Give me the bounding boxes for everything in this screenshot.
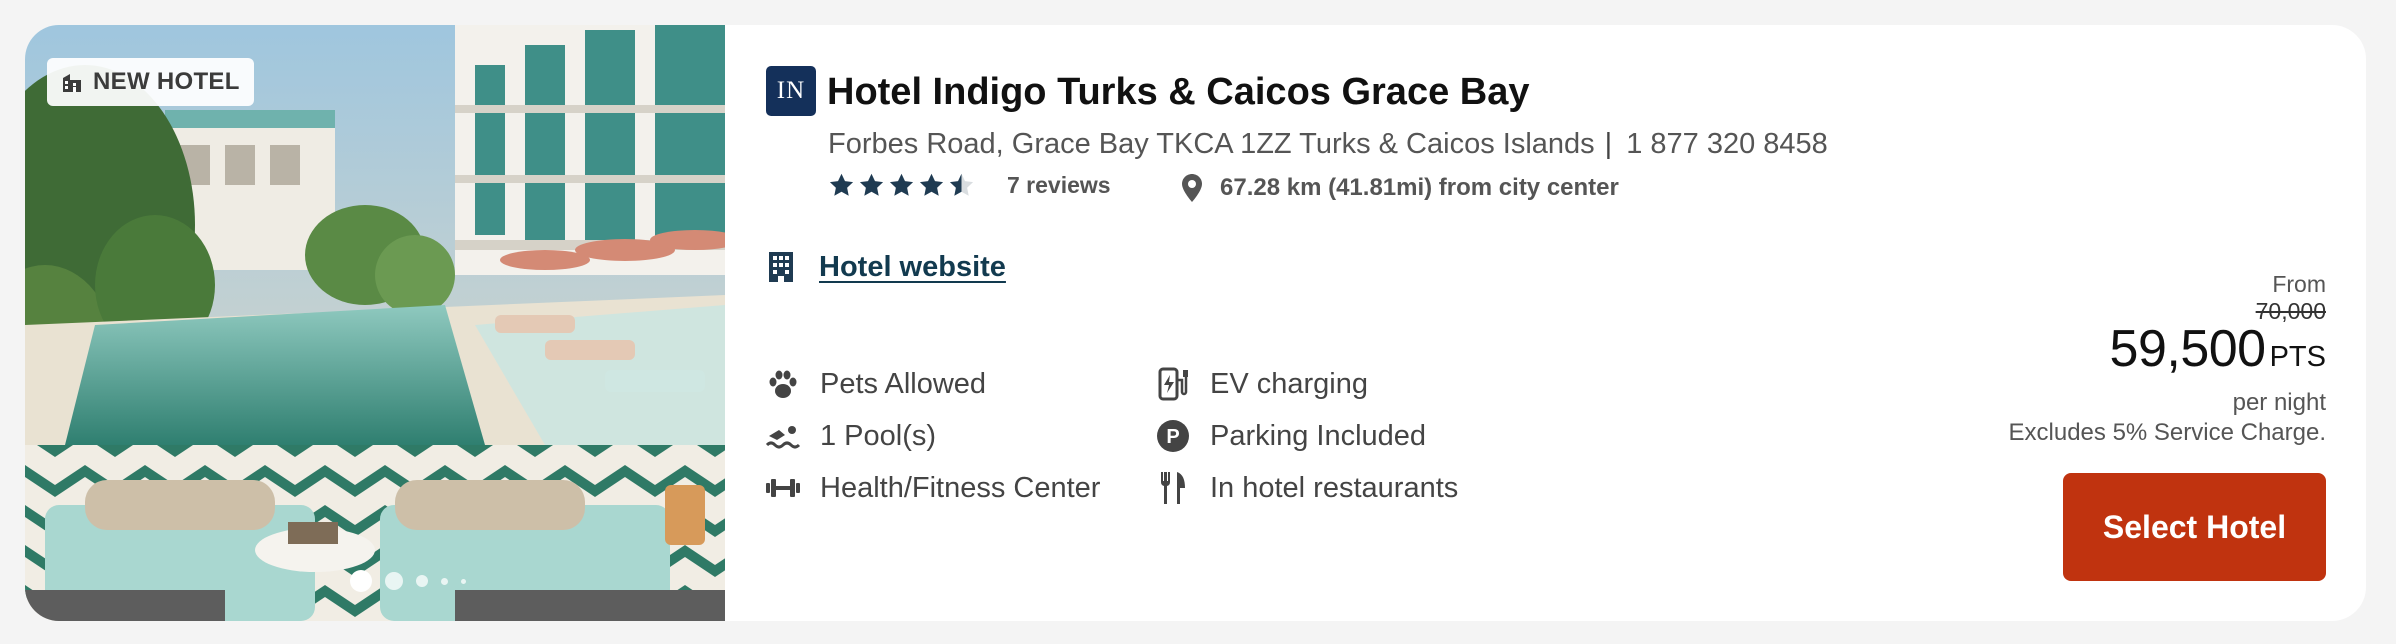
price-box: From 70,000 59,500 PTS per night (2110, 270, 2326, 417)
from-label: From (2272, 271, 2326, 297)
amenity-fitness: Health/Fitness Center (764, 462, 1154, 514)
hotel-photo-carousel[interactable]: NEW HOTEL (25, 25, 725, 621)
select-hotel-button[interactable]: Select Hotel (2063, 473, 2326, 581)
hotel-photo (25, 25, 725, 621)
price-points: 59,500 (2109, 320, 2267, 378)
paw-icon (764, 365, 802, 403)
carousel-dot[interactable] (385, 572, 403, 590)
building-icon (63, 74, 81, 92)
amenity-ev-charging: EV charging (1154, 358, 1474, 410)
star-rating (828, 172, 975, 199)
utensils-icon (1154, 469, 1192, 507)
svg-text:P: P (1166, 426, 1179, 448)
hotel-website-link[interactable]: Hotel website (819, 251, 1006, 284)
carousel-dot[interactable] (350, 570, 372, 592)
hotel-phone[interactable]: 1 877 320 8458 (1626, 128, 1828, 160)
map-pin-icon (1182, 174, 1202, 202)
amenity-pets: Pets Allowed (764, 358, 1154, 410)
star-icon (829, 173, 854, 196)
hotel-card: NEW HOTEL IN Hotel Indigo Turks & Caicos… (25, 25, 2366, 621)
amenity-label: Pets Allowed (820, 367, 987, 400)
address-line: Forbes Road, Grace Bay TKCA 1ZZ Turks & … (828, 124, 1828, 164)
price-line: 59,500 PTS (2110, 322, 2326, 389)
price-unit: PTS (2269, 341, 2326, 373)
amenity-label: EV charging (1210, 367, 1368, 400)
amenity-restaurants: In hotel restaurants (1154, 462, 1474, 514)
per-night-label: per night (2232, 389, 2326, 416)
carousel-dot[interactable] (441, 577, 448, 585)
reviews-link[interactable]: 7 reviews (1007, 172, 1111, 199)
service-charge-note: Excludes 5% Service Charge. (2008, 419, 2326, 446)
amenity-parking: P Parking Included (1154, 410, 1474, 462)
address-separator: | (1604, 128, 1613, 160)
parking-icon: P (1154, 417, 1192, 455)
star-icon (919, 173, 944, 196)
star-icon (859, 173, 884, 196)
amenity-label: In hotel restaurants (1210, 471, 1459, 504)
dumbbell-icon (764, 469, 802, 507)
amenity-pool: 1 Pool(s) (764, 410, 1154, 462)
carousel-dot[interactable] (416, 575, 428, 587)
carousel-dots (350, 570, 466, 592)
rating-row: 7 reviews (828, 165, 1111, 205)
ev-charging-icon (1154, 365, 1192, 403)
carousel-dot[interactable] (461, 578, 466, 584)
hotel-name[interactable]: Hotel Indigo Turks & Caicos Grace Bay (827, 67, 1529, 117)
amenities-list: Pets Allowed EV charging 1 Pool(s) P Par… (764, 358, 1474, 514)
star-icon (889, 173, 914, 196)
new-hotel-badge: NEW HOTEL (47, 58, 254, 106)
distance-info: 67.28 km (41.81mi) from city center (1180, 173, 1619, 203)
swimmer-icon (764, 417, 802, 455)
amenity-label: Parking Included (1210, 419, 1427, 452)
hotel-website: Hotel website (766, 250, 1006, 284)
building-icon (769, 252, 793, 282)
brand-logo: IN (766, 66, 816, 116)
distance-text: 67.28 km (41.81mi) from city center (1220, 174, 1619, 201)
new-hotel-label: NEW HOTEL (93, 68, 240, 95)
amenity-label: 1 Pool(s) (820, 419, 937, 452)
hotel-address: Forbes Road, Grace Bay TKCA 1ZZ Turks & … (828, 128, 1595, 160)
amenity-label: Health/Fitness Center (820, 471, 1101, 504)
half-star-icon (949, 173, 974, 196)
